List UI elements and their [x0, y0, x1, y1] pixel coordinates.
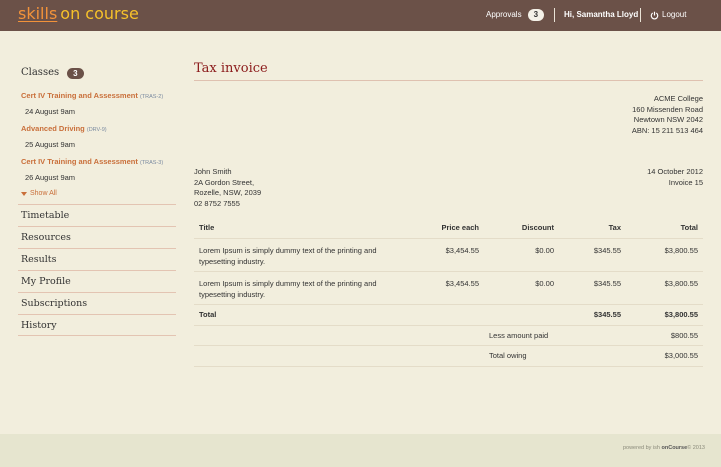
logo-on-course: on course — [60, 4, 139, 23]
show-all-link[interactable]: Show All — [21, 189, 176, 199]
invoice-panel: Tax invoice ACME College 160 Missenden R… — [194, 60, 703, 367]
page-title: Tax invoice — [194, 61, 268, 76]
approvals-label: Approvals — [486, 10, 522, 19]
sidebar-nav: Timetable Resources Results My Profile S… — [18, 204, 176, 336]
nav-my-profile[interactable]: My Profile — [18, 270, 176, 292]
footer: powered by ish onCourse© 2013 — [0, 434, 721, 467]
divider — [640, 8, 641, 22]
item-discount: $0.00 — [484, 238, 559, 272]
classes-label: Classes — [21, 67, 60, 78]
item-total: $3,800.55 — [626, 271, 703, 305]
invoice-number: Invoice 15 — [668, 177, 703, 187]
customer-suburb: Rozelle, NSW, 2039 — [194, 188, 262, 197]
total-row: Total $345.55 $3,800.55 — [194, 304, 703, 326]
class-date: 24 August 9am — [25, 107, 76, 116]
logout-button[interactable]: Logout — [650, 9, 686, 21]
college-name: ACME College — [653, 94, 703, 103]
class-item[interactable]: Advanced Driving (DRV-9) 25 August 9am — [21, 123, 176, 150]
invoice-date: 14 October 2012 — [647, 167, 703, 176]
college-suburb: Newtown NSW 2042 — [633, 115, 703, 124]
empty-cell — [414, 304, 484, 326]
class-title[interactable]: Cert IV Training and Assessment (TRAS-3) — [21, 156, 176, 169]
total-label: Total — [194, 304, 414, 326]
empty-cell — [414, 345, 484, 367]
item-tax: $345.55 — [559, 238, 626, 272]
col-title: Title — [194, 217, 414, 239]
item-title: Lorem Ipsum is simply dummy text of the … — [194, 238, 414, 272]
col-price: Price each — [414, 217, 484, 239]
college-abn: ABN: 15 211 513 464 — [631, 125, 703, 135]
class-date: 25 August 9am — [25, 140, 76, 149]
item-tax: $345.55 — [559, 271, 626, 305]
nav-results[interactable]: Results — [18, 248, 176, 270]
table-row: Lorem Ipsum is simply dummy text of the … — [194, 271, 703, 305]
empty-cell — [194, 325, 414, 346]
empty-cell — [414, 325, 484, 346]
classes-count-badge: 3 — [67, 67, 84, 79]
nav-subscriptions[interactable]: Subscriptions — [18, 292, 176, 314]
nav-timetable[interactable]: Timetable — [18, 204, 176, 226]
powered-by[interactable]: powered by ish onCourse© 2013 — [623, 444, 705, 452]
logo-skills: skills — [18, 4, 58, 23]
total-owing-label: Total owing — [484, 345, 626, 367]
nav-resources[interactable]: Resources — [18, 226, 176, 248]
empty-cell — [484, 304, 559, 326]
item-discount: $0.00 — [484, 271, 559, 305]
col-discount: Discount — [484, 217, 559, 239]
nav-history[interactable]: History — [18, 314, 176, 336]
classes-header: Classes 3 — [21, 66, 176, 80]
table-row: Lorem Ipsum is simply dummy text of the … — [194, 238, 703, 272]
amount-paid-row: Less amount paid $800.55 — [194, 325, 703, 346]
class-code: (DRV-9) — [86, 127, 107, 133]
college-address: ACME College 160 Missenden Road Newtown … — [632, 94, 703, 136]
college-street: 160 Missenden Road — [632, 104, 703, 114]
total-owing-value: $3,000.55 — [626, 345, 703, 367]
class-code: (TRAS-2) — [139, 94, 164, 100]
top-bar: skills on course Approvals 3 Hi, Samantha… — [0, 0, 721, 31]
power-icon — [650, 11, 659, 19]
invoice-table: Title Price each Discount Tax Total Lore… — [194, 217, 703, 367]
caret-down-icon — [21, 192, 27, 196]
item-price: $3,454.55 — [414, 271, 484, 305]
col-tax: Tax — [559, 217, 626, 239]
divider — [554, 8, 555, 22]
approvals-count-badge: 3 — [527, 9, 545, 21]
bill-to-address: John Smith 2A Gordon Street, Rozelle, NS… — [194, 167, 261, 209]
class-item[interactable]: Cert IV Training and Assessment (TRAS-2)… — [21, 90, 176, 117]
total-tax: $345.55 — [559, 304, 626, 326]
logout-label: Logout — [662, 10, 687, 19]
user-greeting[interactable]: Hi, Samantha Lloyd — [564, 9, 638, 21]
invoice-meta: 14 October 2012 Invoice 15 — [647, 167, 703, 188]
total-amount: $3,800.55 — [626, 304, 703, 326]
total-owing-row: Total owing $3,000.55 — [194, 345, 703, 367]
item-total: $3,800.55 — [626, 238, 703, 272]
customer-phone: 02 8752 7555 — [194, 198, 240, 208]
sidebar: Classes 3 Cert IV Training and Assessmen… — [18, 66, 176, 336]
powered-prefix: powered by ish — [622, 445, 660, 451]
powered-brand: onCourse — [661, 445, 688, 451]
amount-paid-label: Less amount paid — [484, 325, 626, 346]
approvals-link[interactable]: Approvals 3 — [486, 9, 545, 21]
table-header: Title Price each Discount Tax Total — [194, 217, 703, 239]
class-item[interactable]: Cert IV Training and Assessment (TRAS-3)… — [21, 156, 176, 183]
class-code: (TRAS-3) — [139, 160, 164, 166]
copyright: © 2013 — [687, 445, 705, 451]
customer-street: 2A Gordon Street, — [194, 177, 255, 187]
empty-cell — [194, 345, 414, 367]
customer-name: John Smith — [194, 167, 232, 176]
item-title: Lorem Ipsum is simply dummy text of the … — [194, 271, 414, 305]
class-date: 26 August 9am — [25, 173, 76, 182]
show-all-label: Show All — [30, 190, 57, 197]
title-divider — [194, 80, 703, 81]
col-total: Total — [626, 217, 703, 239]
class-title[interactable]: Advanced Driving (DRV-9) — [21, 123, 176, 136]
item-price: $3,454.55 — [414, 238, 484, 272]
amount-paid-value: $800.55 — [626, 325, 703, 346]
app-logo[interactable]: skills on course — [18, 4, 139, 24]
class-title[interactable]: Cert IV Training and Assessment (TRAS-2) — [21, 90, 176, 103]
